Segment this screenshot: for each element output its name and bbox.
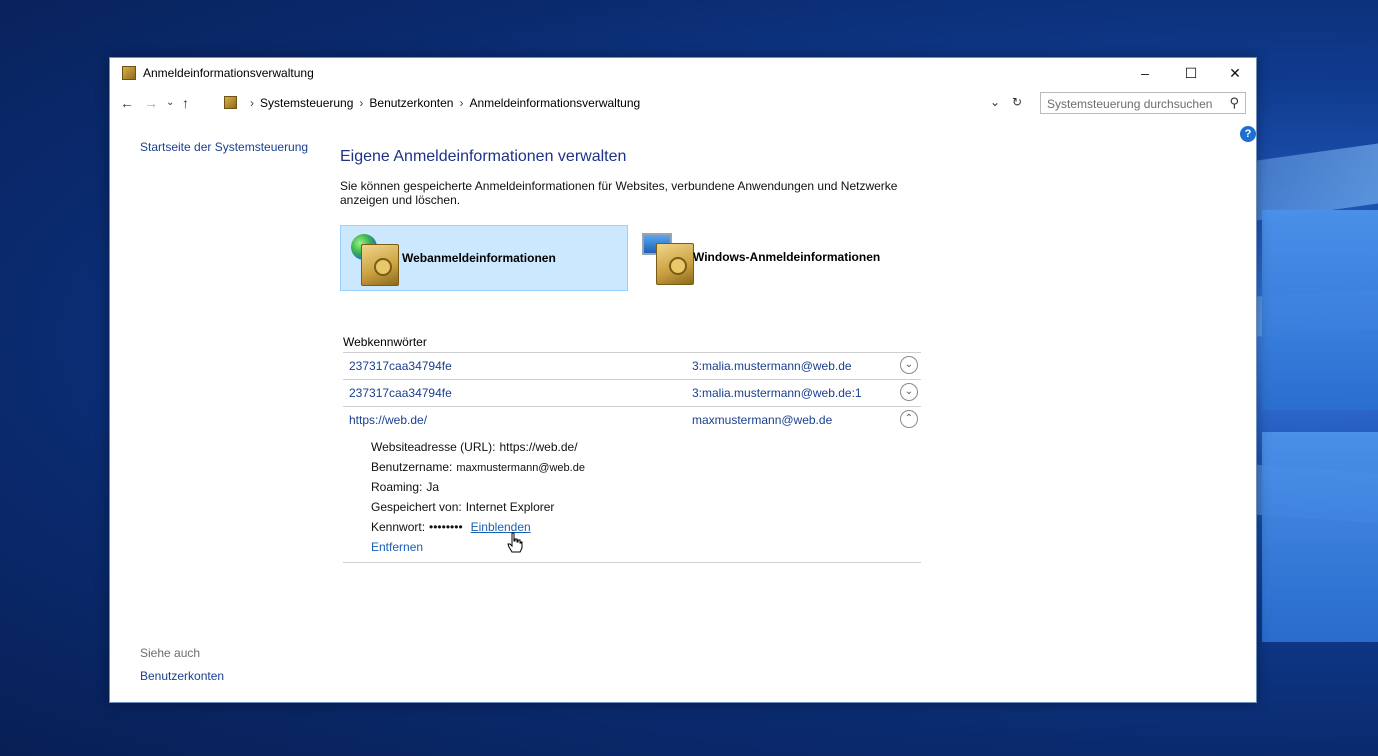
breadcrumb-benutzerkonten[interactable]: Benutzerkonten xyxy=(369,96,453,110)
search-placeholder: Systemsteuerung durchsuchen xyxy=(1047,97,1213,111)
divider xyxy=(343,562,921,563)
window-title: Anmeldeinformationsverwaltung xyxy=(143,66,314,80)
breadcrumb: › Systemsteuerung › Benutzerkonten › Anmeldei… xyxy=(244,96,640,110)
page-title: Eigene Anmeldeinformationen verwalten xyxy=(340,148,627,165)
credential-row[interactable]: 237317caa34794fe 3:malia.mustermann@web.… xyxy=(343,353,921,379)
vault-icon xyxy=(656,243,694,285)
collapse-chevron-icon[interactable]: ⌃ xyxy=(900,410,918,428)
minimize-button[interactable]: – xyxy=(1122,58,1168,88)
maximize-button[interactable]: ☐ xyxy=(1168,58,1214,88)
roaming-label: Roaming: xyxy=(371,480,423,494)
url-value: https://web.de/ xyxy=(499,440,578,454)
expand-chevron-icon[interactable]: ⌄ xyxy=(900,356,918,374)
user-accounts-link[interactable]: Benutzerkonten xyxy=(140,669,224,683)
saved-by-value: Internet Explorer xyxy=(465,500,555,514)
windows-credentials-label: Windows-Anmeldeinformationen xyxy=(693,250,881,264)
web-passwords-heading: Webkennwörter xyxy=(343,335,427,349)
credential-user: 3:malia.mustermann@web.de xyxy=(692,359,852,373)
title-bar: Anmeldeinformationsverwaltung – ☐ ✕ xyxy=(110,58,1256,88)
breadcrumb-anmeldeinformationsverwaltung[interactable]: Anmeldeinformationsverwaltung xyxy=(469,96,640,110)
vault-icon xyxy=(361,244,399,286)
search-icon[interactable]: ⚲ xyxy=(1229,95,1239,111)
up-arrow-icon[interactable]: ↑ xyxy=(182,95,189,111)
control-panel-home-link[interactable]: Startseite der Systemsteuerung xyxy=(140,140,308,154)
credential-name: 237317caa34794fe xyxy=(349,386,452,400)
window-logo-pane xyxy=(1262,210,1378,410)
breadcrumb-separator-icon: › xyxy=(250,96,254,110)
expand-chevron-icon[interactable]: ⌄ xyxy=(900,383,918,401)
credential-user: maxmustermann@web.de xyxy=(692,413,833,427)
page-description: Sie können gespeicherte Anmeldeinformati… xyxy=(340,179,898,207)
username-value: maxmustermann@web.de xyxy=(456,462,585,474)
remove-credential-link[interactable]: Entfernen xyxy=(371,540,423,554)
saved-by-label: Gespeichert von: xyxy=(371,500,462,514)
breadcrumb-separator-icon: › xyxy=(359,96,364,110)
control-panel-icon xyxy=(224,96,237,109)
detail-saved-by: Gespeichert von: Internet Explorer xyxy=(371,500,554,514)
breadcrumb-systemsteuerung[interactable]: Systemsteuerung xyxy=(260,96,353,110)
address-row: ← → ⌄ ↑ › Systemsteuerung › Benutzerkonten ›… xyxy=(110,92,1256,116)
web-credentials-label: Webanmeldeinformationen xyxy=(402,251,556,265)
password-label: Kennwort: xyxy=(371,520,426,534)
credential-name: https://web.de/ xyxy=(349,413,428,427)
breadcrumb-separator-icon: › xyxy=(459,96,464,110)
web-credentials-tile[interactable]: Webanmeldeinformationen xyxy=(340,225,628,291)
password-value: •••••••• xyxy=(429,520,463,534)
windows-credentials-tile[interactable]: Windows-Anmeldeinformationen xyxy=(636,225,924,291)
hand-cursor-icon xyxy=(507,532,523,553)
address-dropdown-chevron-icon[interactable]: ⌄ xyxy=(990,95,1000,109)
close-button[interactable]: ✕ xyxy=(1212,58,1258,88)
credential-name: 237317caa34794fe xyxy=(349,359,452,373)
credential-manager-window: Anmeldeinformationsverwaltung – ☐ ✕ ← → … xyxy=(109,57,1257,703)
forward-arrow-icon[interactable]: → xyxy=(144,95,158,111)
recent-locations-chevron-icon[interactable]: ⌄ xyxy=(166,97,174,108)
refresh-icon[interactable]: ↻ xyxy=(1012,95,1022,109)
help-icon[interactable]: ? xyxy=(1240,126,1256,142)
address-bar[interactable]: › Systemsteuerung › Benutzerkonten › Anmeldei… xyxy=(222,92,1030,114)
window-logo-pane xyxy=(1262,432,1378,642)
search-input[interactable]: Systemsteuerung durchsuchen ⚲ xyxy=(1040,92,1246,114)
credential-manager-icon xyxy=(122,66,136,80)
credential-user: 3:malia.mustermann@web.de:1 xyxy=(692,386,862,400)
credential-row-expanded[interactable]: https://web.de/ maxmustermann@web.de ⌃ xyxy=(343,407,921,433)
username-label: Benutzername: xyxy=(371,460,453,474)
roaming-value: Ja xyxy=(426,480,440,494)
detail-roaming: Roaming: Ja xyxy=(371,480,439,494)
url-label: Websiteadresse (URL): xyxy=(371,440,496,454)
back-arrow-icon[interactable]: ← xyxy=(120,95,134,111)
detail-username: Benutzername: maxmustermann@web.de xyxy=(371,460,585,474)
see-also-label: Siehe auch xyxy=(140,646,201,660)
detail-url: Websiteadresse (URL): https://web.de/ xyxy=(371,440,578,454)
credential-row[interactable]: 237317caa34794fe 3:malia.mustermann@web.… xyxy=(343,380,921,406)
